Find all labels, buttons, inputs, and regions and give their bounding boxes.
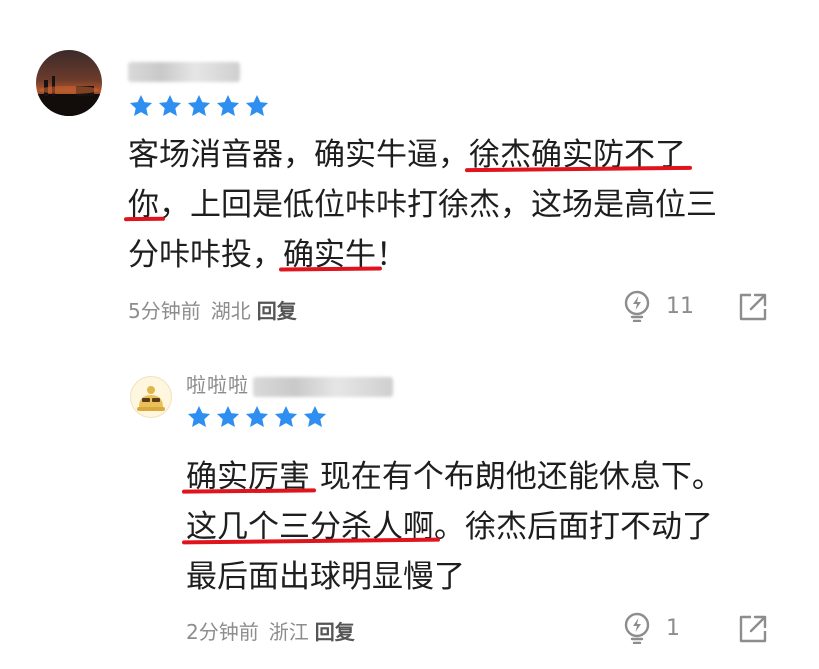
location: 浙江 (268, 620, 309, 644)
underlined-text: 这几个三分杀人啊 (186, 509, 434, 545)
comment-card: 客场消音器，确实牛逼，徐杰确实防不了 你，上回是低位咔咔打徐杰，这场是高位三 分… (0, 0, 819, 340)
text-segment: 客场消音器，确实牛逼， (128, 137, 469, 173)
like-count: 11 (666, 293, 694, 319)
text-segment: 。徐杰后面打不动了 (434, 509, 713, 545)
star-icon (245, 405, 269, 427)
star-icon (216, 94, 240, 116)
timestamp: 2分钟前 (186, 620, 259, 644)
text-segment: 分咔咔投， (128, 237, 283, 273)
like-button[interactable]: 11 (622, 290, 694, 322)
star-icon (158, 94, 182, 116)
comment-text: 客场消音器，确实牛逼，徐杰确实防不了 你，上回是低位咔咔打徐杰，这场是高位三 分… (128, 130, 717, 280)
star-icon (187, 94, 211, 116)
rating-stars (128, 93, 270, 119)
star-icon (274, 405, 298, 427)
lightbulb-like-icon (624, 290, 650, 322)
underlined-text: 你 (128, 187, 159, 223)
username-text: 啦啦啦 (186, 373, 249, 397)
avatar[interactable] (36, 50, 102, 116)
like-button[interactable]: 1 (622, 612, 680, 644)
share-icon (739, 293, 767, 321)
star-icon (187, 405, 211, 427)
star-icon (303, 405, 327, 427)
text-segment: 现在有个布朗他还能休息下。 (310, 459, 723, 495)
username[interactable]: 啦啦啦 (186, 369, 393, 398)
avatar[interactable] (130, 376, 172, 418)
like-count: 1 (666, 615, 680, 641)
share-button[interactable] (738, 292, 768, 326)
share-button[interactable] (738, 614, 768, 648)
username[interactable] (128, 58, 240, 82)
share-icon (739, 615, 767, 643)
star-icon (216, 405, 240, 427)
star-icon (245, 94, 269, 116)
lightbulb-like-icon (624, 612, 650, 644)
location: 湖北 (210, 299, 251, 323)
comment-meta: 5分钟前 湖北 回复 (128, 295, 297, 324)
timestamp: 5分钟前 (128, 299, 201, 323)
reply-button[interactable]: 回复 (315, 620, 355, 644)
text-segment: 最后面出球明显慢了 (186, 559, 465, 595)
comment-meta: 2分钟前 浙江 回复 (186, 616, 355, 645)
rating-stars (186, 404, 328, 430)
comment-text: 确实厉害 现在有个布朗他还能休息下。 这几个三分杀人啊。徐杰后面打不动了 最后面… (186, 452, 723, 602)
underlined-text: 徐杰确实防不了 (469, 137, 686, 173)
underlined-text: 确实厉害 (186, 459, 310, 495)
underlined-text: 确实牛 (283, 237, 376, 273)
star-icon (129, 94, 153, 116)
reply-button[interactable]: 回复 (257, 299, 297, 323)
text-segment: ，上回是低位咔咔打徐杰，这场是高位三 (159, 187, 717, 223)
